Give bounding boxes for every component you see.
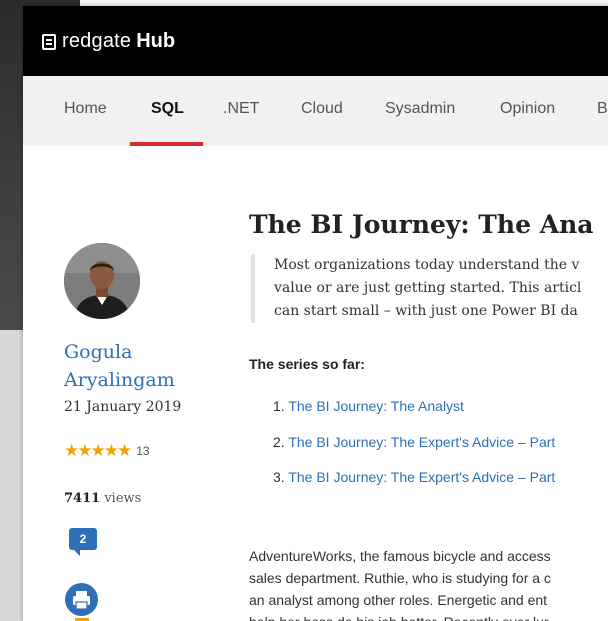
author-sidebar: Gogula Aryalingam 21 January 2019 ★ ★ ★ …	[23, 146, 233, 621]
print-button[interactable]	[65, 583, 98, 616]
rating-count: 13	[136, 443, 150, 458]
star-icon[interactable]: ★	[91, 442, 106, 459]
series-item-link[interactable]: The BI Journey: The Expert's Advice – Pa…	[288, 434, 555, 450]
star-icon[interactable]: ★	[77, 442, 92, 459]
series-item-link[interactable]: The BI Journey: The Analyst	[288, 398, 464, 414]
article-content: The BI Journey: The Ana Most organizatio…	[249, 146, 608, 621]
series-item-number: 2.	[273, 433, 285, 450]
redgate-logo-icon	[42, 33, 56, 50]
view-count: 7411 views	[64, 491, 141, 506]
comments-button[interactable]: 2	[69, 528, 97, 556]
article-body: AdventureWorks, the famous bicycle and a…	[249, 545, 608, 621]
author-avatar[interactable]	[64, 243, 140, 319]
nav-item-opinion[interactable]: Opinion	[500, 100, 555, 118]
author-last-name[interactable]: Aryalingam	[64, 366, 204, 394]
intro-line: Most organizations today understand the …	[274, 257, 580, 273]
star-icon[interactable]: ★	[117, 442, 132, 459]
body-line: AdventureWorks, the famous bicycle and a…	[249, 548, 551, 564]
page-card: redgate Hub Home SQL .NET Cloud Sysadmin…	[23, 6, 608, 621]
star-icon[interactable]: ★	[64, 442, 79, 459]
nav-item-sql[interactable]: SQL	[151, 100, 184, 118]
view-count-number: 7411	[64, 491, 101, 506]
intro-line: can start small – with just one Power BI…	[274, 303, 578, 319]
main-nav: Home SQL .NET Cloud Sysadmin Opinion B	[23, 76, 608, 146]
body-line: sales department. Ruthie, who is studyin…	[249, 570, 551, 586]
logo-product-text: Hub	[136, 30, 176, 52]
body-line: help her boss do his job better. Recentl…	[249, 611, 608, 621]
series-list: 1. The BI Journey: The Analyst 2. The BI…	[273, 398, 555, 505]
nav-item-sysadmin[interactable]: Sysadmin	[385, 100, 455, 118]
series-heading: The series so far:	[249, 356, 365, 372]
body-line: an analyst among other roles. Energetic …	[249, 592, 548, 608]
author-name[interactable]: Gogula Aryalingam	[64, 338, 204, 394]
print-icon	[73, 591, 90, 610]
series-item: 3. The BI Journey: The Expert's Advice –…	[273, 469, 555, 505]
nav-item-home[interactable]: Home	[64, 100, 107, 118]
nav-item-cloud[interactable]: Cloud	[301, 100, 343, 118]
intro-line: value or are just getting started. This …	[274, 280, 582, 296]
series-item-link[interactable]: The BI Journey: The Expert's Advice – Pa…	[288, 469, 555, 485]
view-count-label: views	[104, 491, 142, 506]
article-intro-quote: Most organizations today understand the …	[251, 254, 608, 323]
nav-item-truncated[interactable]: B	[597, 100, 608, 118]
star-icon[interactable]: ★	[104, 442, 119, 459]
series-item-number: 3.	[273, 469, 285, 485]
rating-stars[interactable]: ★ ★ ★ ★ ★ 13	[64, 442, 150, 459]
avatar-image	[64, 243, 140, 319]
logo-brand-text: redgate	[62, 30, 132, 52]
publish-date: 21 January 2019	[64, 399, 182, 415]
site-header: redgate Hub	[23, 6, 608, 76]
author-first-name[interactable]: Gogula	[64, 338, 204, 366]
redgate-hub-logo[interactable]: redgate Hub	[42, 30, 175, 53]
nav-item-dotnet[interactable]: .NET	[223, 100, 259, 118]
series-item: 1. The BI Journey: The Analyst	[273, 398, 555, 434]
series-item-number: 1.	[273, 398, 285, 414]
series-item: 2. The BI Journey: The Expert's Advice –…	[273, 434, 555, 470]
article-title: The BI Journey: The Ana	[249, 210, 594, 239]
